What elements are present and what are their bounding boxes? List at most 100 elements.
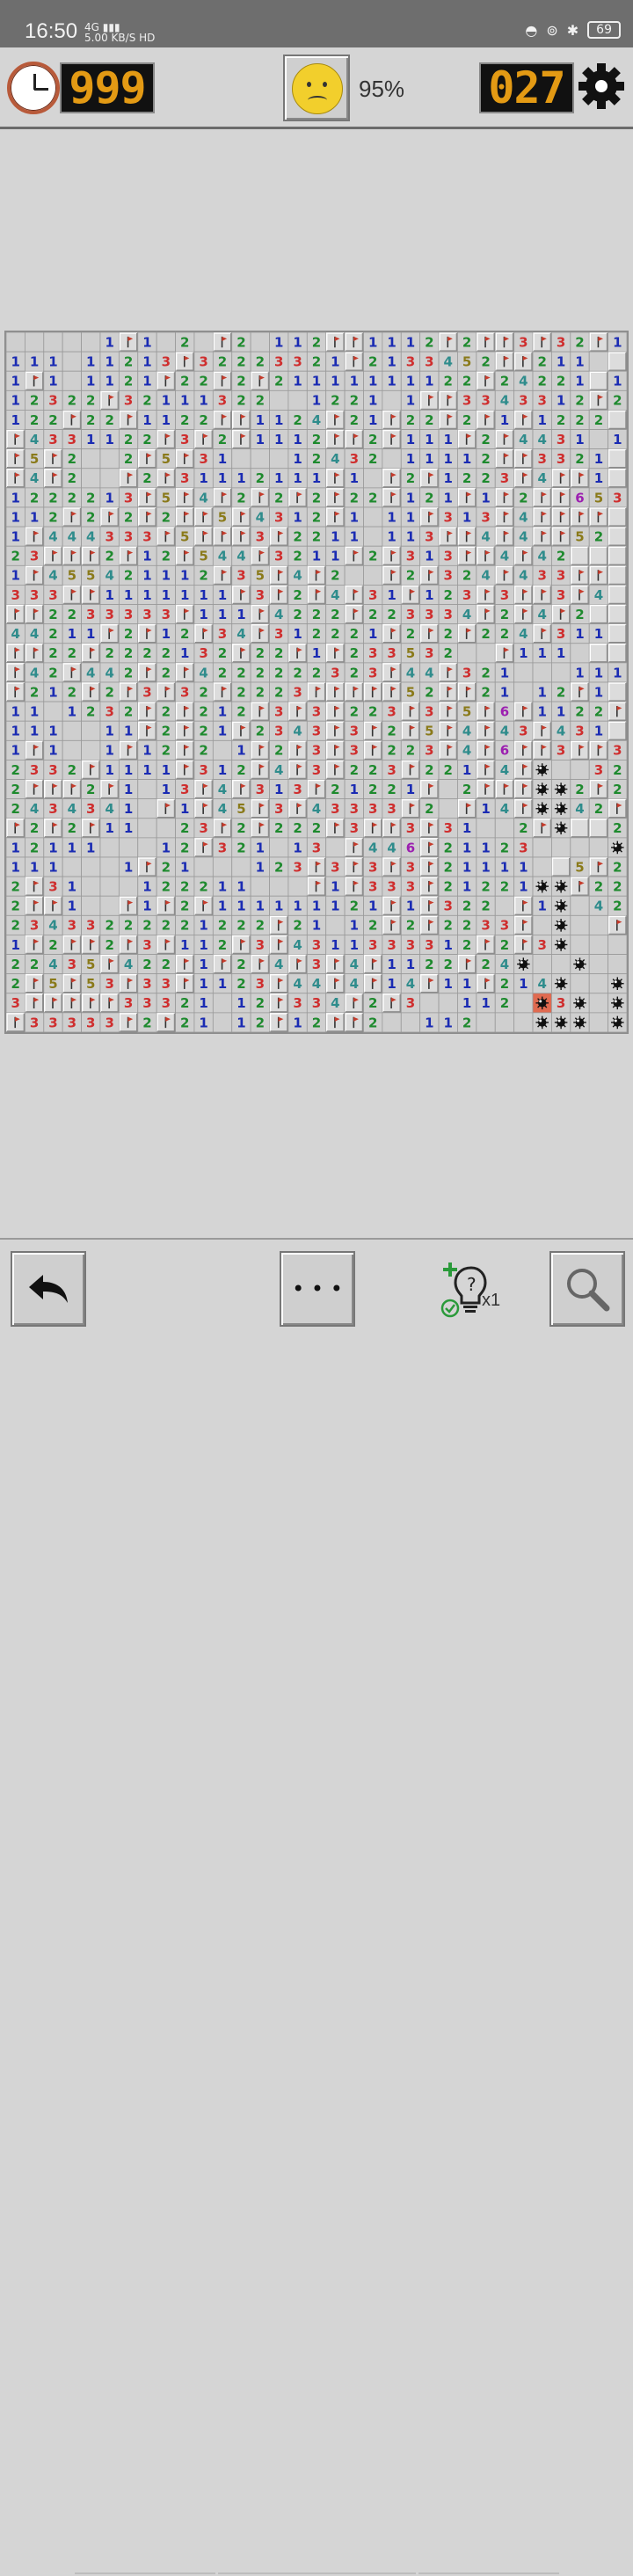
number-cell[interactable]: 2	[5, 798, 25, 819]
flag-cell[interactable]	[589, 565, 608, 586]
flag-cell[interactable]	[81, 546, 100, 566]
flag-cell[interactable]	[156, 429, 176, 449]
number-cell[interactable]: 3	[156, 604, 176, 625]
number-cell[interactable]: 3	[118, 604, 139, 625]
number-cell[interactable]: 2	[419, 331, 440, 353]
number-cell[interactable]: 4	[588, 895, 609, 916]
flag-cell[interactable]	[345, 682, 364, 702]
number-cell[interactable]: 2	[193, 739, 214, 760]
flag-cell[interactable]	[495, 448, 514, 469]
number-cell[interactable]: 2	[494, 876, 515, 897]
number-cell[interactable]: 1	[287, 895, 308, 916]
number-cell[interactable]: 3	[269, 545, 289, 566]
number-cell[interactable]: 2	[325, 779, 346, 800]
number-cell[interactable]: 1	[156, 389, 176, 411]
flag-cell[interactable]	[513, 740, 533, 760]
flag-cell[interactable]	[44, 469, 62, 488]
mine-cell[interactable]	[551, 779, 571, 800]
unrevealed-cell[interactable]	[608, 721, 627, 741]
number-cell[interactable]: 2	[137, 914, 157, 935]
number-cell[interactable]: 2	[118, 564, 139, 586]
number-cell[interactable]: 1	[494, 681, 515, 702]
number-cell[interactable]: 4	[212, 779, 233, 800]
empty-cell[interactable]	[137, 798, 157, 819]
number-cell[interactable]: 1	[344, 779, 364, 800]
flag-cell[interactable]	[382, 429, 402, 449]
number-cell[interactable]: 6	[570, 487, 590, 508]
flag-cell[interactable]	[175, 488, 194, 507]
flag-cell[interactable]	[477, 760, 495, 780]
number-cell[interactable]: 2	[193, 681, 214, 702]
number-cell[interactable]: 2	[43, 643, 63, 664]
number-cell[interactable]: 2	[193, 876, 214, 897]
number-cell[interactable]: 2	[118, 643, 139, 664]
number-cell[interactable]: 1	[306, 643, 327, 664]
number-cell[interactable]: 1	[250, 895, 270, 916]
number-cell[interactable]: 2	[570, 701, 590, 722]
unrevealed-cell[interactable]	[608, 527, 627, 546]
number-cell[interactable]: 2	[419, 681, 440, 702]
number-cell[interactable]: 2	[99, 935, 120, 955]
number-cell[interactable]: 1	[400, 448, 421, 469]
number-cell[interactable]: 2	[250, 993, 270, 1014]
flag-cell[interactable]	[6, 604, 25, 624]
number-cell[interactable]: 1	[5, 389, 25, 411]
number-cell[interactable]: 2	[588, 701, 609, 722]
number-cell[interactable]: 2	[457, 370, 477, 391]
number-cell[interactable]: 2	[608, 876, 628, 897]
number-cell[interactable]: 1	[570, 370, 590, 391]
number-cell[interactable]: 1	[588, 448, 609, 469]
flag-cell[interactable]	[269, 993, 288, 1013]
number-cell[interactable]: 5	[457, 701, 477, 722]
mine-cell[interactable]	[608, 993, 628, 1014]
number-cell[interactable]: 4	[494, 389, 515, 411]
flag-cell[interactable]	[325, 332, 345, 352]
empty-cell[interactable]	[476, 643, 496, 664]
number-cell[interactable]: 2	[137, 389, 157, 411]
number-cell[interactable]: 1	[212, 895, 233, 916]
number-cell[interactable]: 1	[287, 331, 308, 353]
flag-cell[interactable]	[81, 819, 100, 838]
flag-cell[interactable]	[231, 507, 251, 527]
flag-cell[interactable]	[156, 371, 176, 391]
number-cell[interactable]: 1	[175, 856, 195, 877]
flag-cell[interactable]	[363, 954, 382, 974]
number-cell[interactable]: 1	[193, 973, 214, 994]
number-cell[interactable]: 4	[269, 954, 289, 975]
flag-cell[interactable]	[382, 915, 402, 935]
mine-cell[interactable]	[608, 1012, 628, 1033]
flag-cell[interactable]	[363, 721, 382, 741]
number-cell[interactable]: 3	[551, 331, 571, 353]
number-cell[interactable]: 2	[212, 643, 233, 664]
number-cell[interactable]: 2	[24, 389, 45, 411]
flag-cell[interactable]	[100, 623, 120, 644]
number-cell[interactable]: 2	[476, 895, 496, 916]
empty-cell[interactable]	[457, 643, 477, 664]
number-cell[interactable]: 2	[156, 914, 176, 935]
flag-cell[interactable]	[495, 429, 514, 449]
number-cell[interactable]: 3	[5, 585, 25, 605]
flag-cell[interactable]	[513, 915, 533, 935]
empty-cell[interactable]	[551, 837, 571, 858]
flag-cell[interactable]	[138, 702, 156, 721]
number-cell[interactable]: 1	[287, 429, 308, 450]
flag-cell[interactable]	[119, 740, 138, 760]
flag-cell[interactable]	[533, 507, 552, 527]
flag-cell[interactable]	[345, 585, 364, 605]
flag-cell[interactable]	[513, 448, 533, 469]
number-cell[interactable]: 1	[156, 585, 176, 605]
flag-cell[interactable]	[62, 663, 82, 682]
flag-cell[interactable]	[213, 819, 232, 838]
number-cell[interactable]: 1	[551, 351, 571, 372]
number-cell[interactable]: 2	[231, 837, 251, 858]
number-cell[interactable]: 1	[287, 468, 308, 489]
number-cell[interactable]: 1	[476, 856, 496, 877]
number-cell[interactable]: 3	[494, 468, 515, 489]
number-cell[interactable]: 3	[250, 973, 270, 994]
flag-cell[interactable]	[513, 410, 533, 430]
number-cell[interactable]: 5	[81, 954, 101, 975]
flag-cell[interactable]	[345, 838, 364, 857]
empty-cell[interactable]	[363, 468, 383, 489]
number-cell[interactable]: 1	[570, 623, 590, 644]
empty-cell[interactable]	[156, 818, 176, 839]
